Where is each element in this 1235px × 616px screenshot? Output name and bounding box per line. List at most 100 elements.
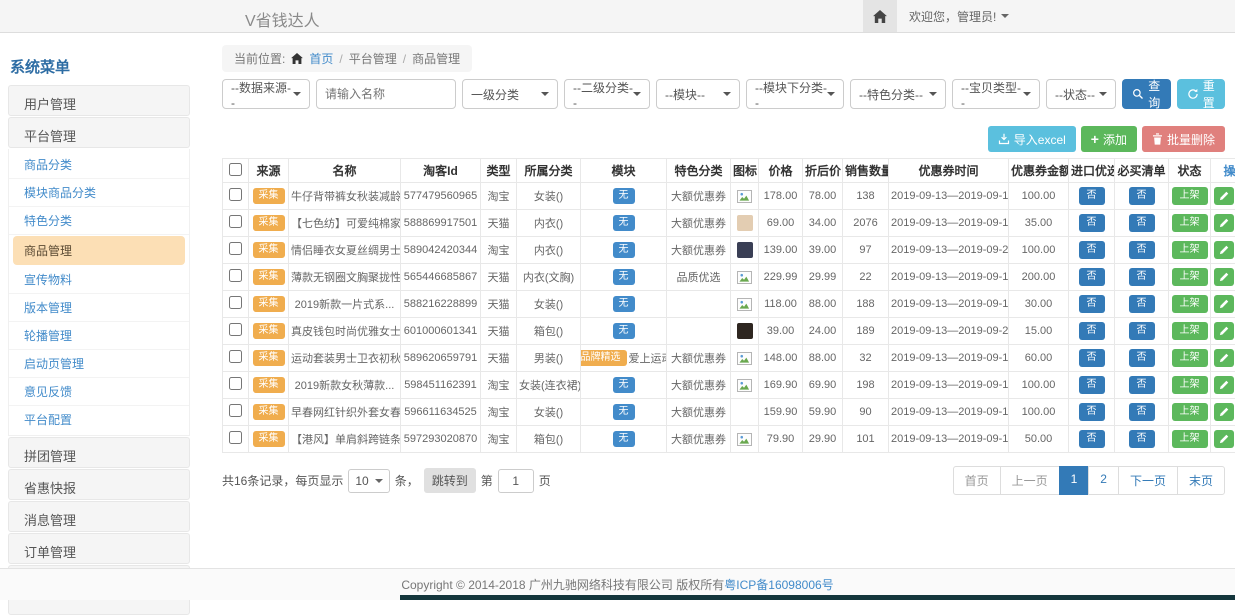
sidebar-item[interactable]: 特色分类 [9,207,189,235]
page-button[interactable]: 2 [1088,466,1119,495]
must-buy-toggle[interactable]: 否 [1129,403,1155,421]
filter-select[interactable]: --模块-- [656,79,740,109]
must-buy-toggle[interactable]: 否 [1129,214,1155,232]
row-checkbox[interactable] [229,404,242,417]
module-badge: 无 [613,242,635,258]
breadcrumb-home-link[interactable]: 首页 [309,50,333,67]
filter-select[interactable]: --特色分类-- [850,79,946,109]
status-badge[interactable]: 上架 [1172,349,1208,367]
must-buy-toggle[interactable]: 否 [1129,376,1155,394]
user-menu[interactable]: 欢迎您，管理员! [897,8,1021,25]
page-button[interactable]: 1 [1059,466,1090,495]
import-select-toggle[interactable]: 否 [1079,376,1105,394]
edit-button[interactable] [1214,430,1234,448]
edit-button[interactable] [1214,295,1234,313]
sidebar-item-active[interactable]: 商品管理 [13,236,185,265]
sidebar-item[interactable]: 版本管理 [9,294,189,322]
import-select-toggle[interactable]: 否 [1079,322,1105,340]
row-checkbox[interactable] [229,242,242,255]
sidebar-item[interactable]: 轮播管理 [9,322,189,350]
import-select-toggle[interactable]: 否 [1079,214,1105,232]
edit-button[interactable] [1214,322,1234,340]
sidebar-item[interactable]: 启动页管理 [9,350,189,378]
status-badge[interactable]: 上架 [1172,403,1208,421]
filter-select[interactable]: --二级分类-- [564,79,650,109]
edit-button[interactable] [1214,268,1234,286]
row-checkbox[interactable] [229,188,242,201]
import-select-toggle[interactable]: 否 [1079,187,1105,205]
import-select-toggle[interactable]: 否 [1079,349,1105,367]
sidebar-item[interactable]: 模块商品分类 [9,179,189,207]
filter-select[interactable]: --数据来源-- [222,79,310,109]
import-select-toggle[interactable]: 否 [1079,295,1105,313]
sidebar-item[interactable]: 平台配置 [9,406,189,433]
status-badge[interactable]: 上架 [1172,322,1208,340]
edit-button[interactable] [1214,241,1234,259]
row-checkbox[interactable] [229,350,242,363]
filter-select[interactable]: --模块下分类-- [746,79,844,109]
page-button[interactable]: 末页 [1177,466,1225,495]
status-badge[interactable]: 上架 [1172,295,1208,313]
row-checkbox[interactable] [229,377,242,390]
import-excel-button[interactable]: 导入excel [988,126,1076,152]
sidebar-group-users[interactable]: 用户管理 [8,85,190,116]
module-cell: 无 [583,269,664,285]
sidebar-group[interactable]: 拼团管理 [8,437,190,468]
edit-button[interactable] [1214,214,1234,232]
must-buy-toggle[interactable]: 否 [1129,268,1155,286]
filter-select[interactable]: --宝贝类型-- [952,79,1040,109]
sidebar-item[interactable]: 意见反馈 [9,378,189,406]
icp-link[interactable]: 粤ICP备16098006号 [724,576,833,593]
must-buy-toggle[interactable]: 否 [1129,187,1155,205]
search-button[interactable]: 查询 [1122,79,1171,109]
jump-pre-label: 第 [481,472,493,489]
name-search-input[interactable] [316,79,456,109]
must-buy-toggle[interactable]: 否 [1129,241,1155,259]
status-badge[interactable]: 上架 [1172,187,1208,205]
row-checkbox[interactable] [229,269,242,282]
product-name-cell: 【港风】单肩斜跨链条... [289,426,401,453]
import-select-toggle[interactable]: 否 [1079,403,1105,421]
edit-button[interactable] [1214,349,1234,367]
module-badge: 无 [613,431,635,447]
status-badge[interactable]: 上架 [1172,241,1208,259]
row-checkbox[interactable] [229,215,242,228]
must-buy-toggle[interactable]: 否 [1129,295,1155,313]
status-badge[interactable]: 上架 [1172,430,1208,448]
home-button[interactable] [863,0,897,32]
per-page-select[interactable]: 10 [348,469,389,493]
sidebar-group[interactable]: 订单管理 [8,533,190,564]
jump-page-input[interactable] [498,469,534,493]
sidebar-group-platform[interactable]: 平台管理 [8,117,190,148]
row-checkbox[interactable] [229,323,242,336]
select-all-checkbox[interactable] [229,163,242,176]
edit-button[interactable] [1214,403,1234,421]
page-button[interactable]: 首页 [953,466,1001,495]
reset-button[interactable]: 重置 [1177,79,1226,109]
row-checkbox[interactable] [229,296,242,309]
must-buy-toggle[interactable]: 否 [1129,430,1155,448]
sidebar-item[interactable]: 商品分类 [9,151,189,179]
status-badge[interactable]: 上架 [1172,376,1208,394]
jump-button[interactable]: 跳转到 [424,468,476,493]
discount-price-cell: 39.00 [803,237,843,264]
add-button[interactable]: + 添加 [1081,126,1137,152]
import-select-toggle[interactable]: 否 [1079,241,1105,259]
page-button[interactable]: 下一页 [1118,466,1178,495]
sidebar-group[interactable]: 省惠快报 [8,469,190,500]
sidebar-item[interactable]: 宣传物料 [9,266,189,294]
status-badge[interactable]: 上架 [1172,268,1208,286]
status-badge[interactable]: 上架 [1172,214,1208,232]
filter-select[interactable]: 一级分类 [462,79,558,109]
edit-button[interactable] [1214,187,1234,205]
import-select-toggle[interactable]: 否 [1079,268,1105,286]
must-buy-toggle[interactable]: 否 [1129,349,1155,367]
edit-button[interactable] [1214,376,1234,394]
filter-select[interactable]: --状态-- [1046,79,1116,109]
row-checkbox[interactable] [229,431,242,444]
page-button[interactable]: 上一页 [1000,466,1060,495]
batch-delete-button[interactable]: 批量删除 [1142,126,1225,152]
import-select-toggle[interactable]: 否 [1079,430,1105,448]
sidebar-group[interactable]: 消息管理 [8,501,190,532]
must-buy-toggle[interactable]: 否 [1129,322,1155,340]
